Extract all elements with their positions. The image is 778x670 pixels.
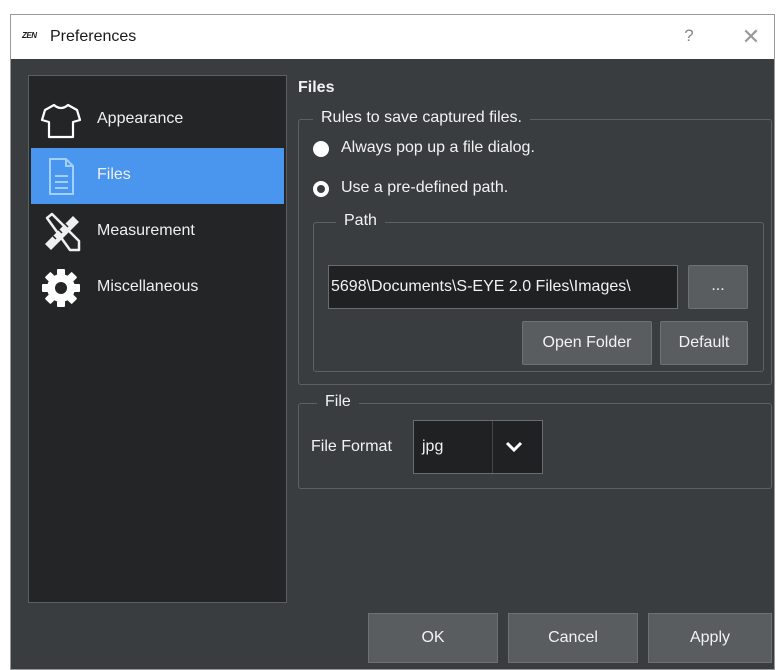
- title-bar[interactable]: ZEN Preferences ? ✕: [11, 15, 774, 59]
- cancel-button[interactable]: Cancel: [508, 613, 638, 663]
- gear-icon: [42, 269, 80, 307]
- document-icon: [49, 158, 74, 195]
- radio-label: Always pop up a file dialog.: [341, 139, 535, 156]
- category-sidebar: Appearance Files Measurement Miscellaneo…: [28, 75, 287, 603]
- window-title: Preferences: [50, 28, 137, 45]
- file-legend: File: [317, 393, 359, 411]
- file-format-value: jpg: [422, 438, 444, 455]
- save-rules-legend: Rules to save captured files.: [313, 109, 530, 127]
- sidebar-item-label: Miscellaneous: [97, 278, 199, 295]
- radio-label: Use a pre-defined path.: [341, 179, 509, 196]
- path-legend: Path: [336, 212, 385, 230]
- file-group: File File Format jpg: [298, 393, 772, 489]
- path-group: Path 5698\Documents\S-EYE 2.0 Files\Imag…: [313, 212, 764, 372]
- chevron-down-icon: [505, 441, 523, 453]
- select-divider: [492, 421, 493, 473]
- browse-button[interactable]: ...: [688, 265, 748, 309]
- sidebar-item-appearance[interactable]: Appearance: [31, 92, 284, 148]
- shirt-icon: [40, 103, 82, 139]
- file-format-select[interactable]: jpg: [413, 420, 543, 474]
- preferences-dialog: ZEN Preferences ? ✕ Appearance Files Mea…: [10, 14, 775, 670]
- close-button[interactable]: ✕: [737, 23, 765, 51]
- ruler-pencil-icon: [45, 212, 81, 252]
- radio-indicator-checked[interactable]: [313, 181, 329, 197]
- sidebar-item-label: Files: [97, 166, 131, 183]
- open-folder-button[interactable]: Open Folder: [522, 321, 652, 365]
- sidebar-item-label: Measurement: [97, 222, 195, 239]
- help-button[interactable]: ?: [677, 23, 701, 49]
- sidebar-item-label: Appearance: [97, 110, 184, 127]
- radio-indicator[interactable]: [313, 141, 329, 157]
- path-value: 5698\Documents\S-EYE 2.0 Files\Images\: [331, 278, 631, 295]
- app-logo: ZEN: [22, 31, 37, 40]
- sidebar-item-measurement[interactable]: Measurement: [31, 204, 284, 260]
- save-rules-group: Rules to save captured files. Always pop…: [298, 109, 772, 385]
- default-button[interactable]: Default: [660, 321, 748, 365]
- sidebar-item-files[interactable]: Files: [31, 148, 284, 204]
- apply-button[interactable]: Apply: [648, 613, 772, 663]
- path-input[interactable]: 5698\Documents\S-EYE 2.0 Files\Images\: [328, 265, 678, 309]
- sidebar-item-miscellaneous[interactable]: Miscellaneous: [31, 260, 284, 316]
- file-format-label: File Format: [311, 438, 392, 455]
- ok-button[interactable]: OK: [368, 613, 498, 663]
- section-title: Files: [298, 79, 335, 96]
